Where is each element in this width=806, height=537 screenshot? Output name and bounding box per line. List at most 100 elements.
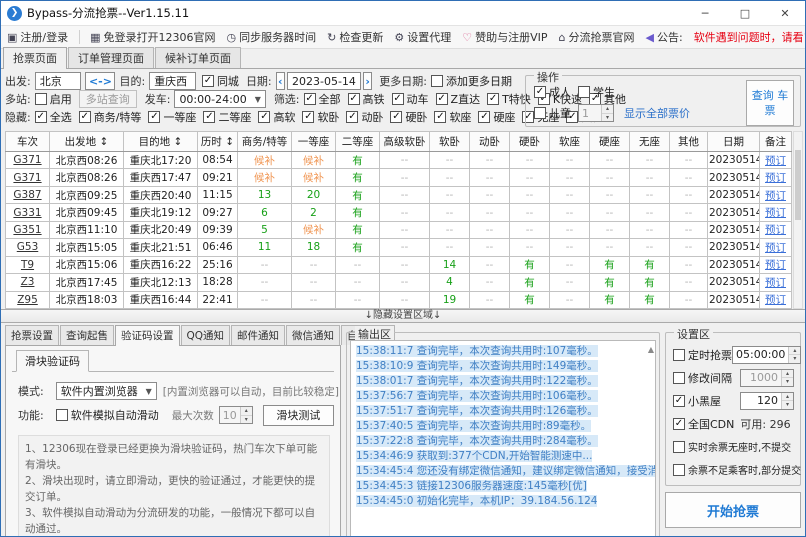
- hide-check-3[interactable]: 二等座: [203, 109, 251, 125]
- book-link[interactable]: 预订: [765, 172, 786, 184]
- book-link[interactable]: 预订: [765, 277, 786, 289]
- start-grabbing-button[interactable]: 开始抢票: [665, 492, 801, 528]
- toolbar-item[interactable]: ⌂ 分流抢票官网: [559, 29, 635, 45]
- hide-check-4[interactable]: 高软: [258, 109, 295, 125]
- column-header[interactable]: 车次: [6, 132, 50, 152]
- hide-settings-collapse-bar[interactable]: ↓隐藏设置区域↓: [1, 309, 805, 323]
- train-number-link[interactable]: G351: [13, 224, 41, 236]
- multi-enable-checkbox[interactable]: 启用: [35, 91, 72, 107]
- column-header[interactable]: 其他: [670, 132, 708, 152]
- column-header[interactable]: 一等座: [292, 132, 336, 152]
- hide-check-0[interactable]: 全选: [35, 109, 72, 125]
- maximize-button[interactable]: □: [725, 1, 765, 25]
- spinner-arrows[interactable]: ▴▾: [240, 407, 252, 423]
- setting-checkbox-4[interactable]: 实时余票无座时,不提交: [673, 439, 791, 454]
- multi-station-query-button[interactable]: 多站查询: [79, 90, 137, 108]
- book-link[interactable]: 预订: [765, 155, 786, 167]
- column-header[interactable]: 备注: [760, 132, 792, 152]
- filter-check-1[interactable]: 高铁: [348, 91, 385, 107]
- hide-check-8[interactable]: 软座: [434, 109, 471, 125]
- setting-spinner-0[interactable]: 05:00:00 ▴▾: [732, 346, 801, 364]
- swap-stations-button[interactable]: <->: [85, 72, 115, 90]
- setting-checkbox-3[interactable]: 全国CDN: [673, 416, 734, 432]
- book-link[interactable]: 预订: [765, 224, 786, 236]
- next-date-button[interactable]: ›: [363, 72, 372, 90]
- page-tab-0[interactable]: 抢票页面: [3, 47, 67, 69]
- settings-tab-3[interactable]: QQ通知: [181, 325, 231, 345]
- hide-check-1[interactable]: 商务/特等: [79, 109, 142, 125]
- depart-station-input[interactable]: 北京: [35, 72, 82, 90]
- book-link[interactable]: 预订: [765, 259, 786, 271]
- book-link[interactable]: 预订: [765, 242, 786, 254]
- adult-checkbox[interactable]: 成人: [534, 84, 571, 100]
- auto-slide-checkbox[interactable]: 软件模拟自动滑动: [56, 407, 159, 423]
- minimize-button[interactable]: ─: [685, 1, 725, 25]
- dest-station-input[interactable]: 重庆西: [149, 72, 196, 90]
- spinner-arrows[interactable]: ▴▾: [788, 347, 800, 363]
- settings-tab-2[interactable]: 验证码设置: [115, 325, 180, 346]
- add-more-dates-checkbox[interactable]: 添加更多日期: [431, 73, 512, 89]
- toolbar-item[interactable]: ▣ 注册/登录: [7, 29, 68, 45]
- column-header[interactable]: 无座: [630, 132, 670, 152]
- toolbar-item[interactable]: ⚙ 设置代理: [394, 29, 451, 45]
- column-header[interactable]: 软座: [550, 132, 590, 152]
- hide-check-2[interactable]: 一等座: [148, 109, 196, 125]
- max-times-spinner[interactable]: 10 ▴▾: [219, 406, 253, 424]
- book-link[interactable]: 预订: [765, 207, 786, 219]
- table-scrollbar[interactable]: [793, 131, 803, 309]
- scrollbar-thumb[interactable]: [795, 150, 801, 220]
- column-header[interactable]: 商务/特等: [238, 132, 292, 152]
- column-header[interactable]: 日期: [708, 132, 760, 152]
- hide-check-9[interactable]: 硬座: [478, 109, 515, 125]
- train-number-link[interactable]: G371: [13, 154, 41, 166]
- hide-check-6[interactable]: 动卧: [346, 109, 383, 125]
- spinner-arrows[interactable]: ▴▾: [781, 393, 793, 409]
- train-number-link[interactable]: Z95: [17, 294, 38, 306]
- setting-checkbox-5[interactable]: 余票不足乘客时,部分提交: [673, 462, 801, 477]
- page-tab-2[interactable]: 候补订单页面: [155, 47, 241, 68]
- column-header[interactable]: 软卧: [430, 132, 470, 152]
- hide-check-5[interactable]: 软卧: [302, 109, 339, 125]
- column-header[interactable]: 硬座: [590, 132, 630, 152]
- column-header[interactable]: 硬卧: [510, 132, 550, 152]
- close-button[interactable]: ✕: [765, 1, 805, 25]
- train-number-link[interactable]: G331: [13, 207, 41, 219]
- setting-checkbox-2[interactable]: 小黑屋: [673, 393, 721, 409]
- column-header[interactable]: 出发地 ↕: [50, 132, 124, 152]
- settings-tab-5[interactable]: 微信通知: [286, 325, 340, 345]
- prev-date-button[interactable]: ‹: [276, 72, 285, 90]
- filter-check-2[interactable]: 动车: [392, 91, 429, 107]
- filter-check-0[interactable]: 全部: [304, 91, 341, 107]
- toolbar-item[interactable]: ▦ 免登录打开12306官网: [90, 29, 215, 45]
- train-number-link[interactable]: G53: [17, 241, 39, 253]
- setting-checkbox-0[interactable]: 定时抢票: [673, 347, 732, 363]
- setting-spinner-1[interactable]: 1000 ▴▾: [740, 369, 794, 387]
- spinner-arrows[interactable]: ▴▾: [601, 105, 613, 121]
- toolbar-item[interactable]: ↻ 检查更新: [327, 29, 383, 45]
- toolbar-item[interactable]: ◷ 同步服务器时间: [227, 29, 317, 45]
- captcha-mode-dropdown[interactable]: 软件内置浏览器 ▼: [56, 382, 157, 400]
- date-input[interactable]: 2023-05-14: [287, 72, 361, 90]
- query-tickets-button[interactable]: 查询 车票: [746, 80, 794, 126]
- column-header[interactable]: 目的地 ↕: [124, 132, 198, 152]
- book-link[interactable]: 预订: [765, 294, 786, 306]
- column-header[interactable]: 动卧: [470, 132, 510, 152]
- toolbar-item[interactable]: ◀ 公告:: [646, 29, 683, 45]
- settings-tab-1[interactable]: 查询起售: [60, 325, 114, 345]
- scroll-up-icon[interactable]: ▲: [648, 345, 654, 354]
- setting-checkbox-1[interactable]: 修改间隔: [673, 370, 732, 386]
- slider-captcha-tab[interactable]: 滑块验证码: [16, 350, 89, 372]
- spinner-arrows[interactable]: ▴▾: [781, 370, 793, 386]
- train-number-link[interactable]: Z3: [21, 276, 35, 288]
- child-count-spinner[interactable]: 1 ▴▾: [578, 104, 614, 122]
- student-checkbox[interactable]: 学生: [578, 84, 615, 100]
- toolbar-item[interactable]: ♡ 赞助与注册VIP: [462, 29, 547, 45]
- settings-tab-0[interactable]: 抢票设置: [5, 325, 59, 345]
- column-header[interactable]: 历时 ↕: [198, 132, 238, 152]
- output-log[interactable]: 15:38:11:7 查询完毕，本次查询共用时:107毫秒。15:38:10:9…: [350, 340, 656, 537]
- same-city-checkbox[interactable]: 同城: [202, 73, 239, 89]
- child-checkbox[interactable]: 儿童: [534, 105, 571, 121]
- page-tab-1[interactable]: 订单管理页面: [68, 47, 154, 68]
- setting-spinner-2[interactable]: 120 ▴▾: [740, 392, 794, 410]
- book-link[interactable]: 预订: [765, 190, 786, 202]
